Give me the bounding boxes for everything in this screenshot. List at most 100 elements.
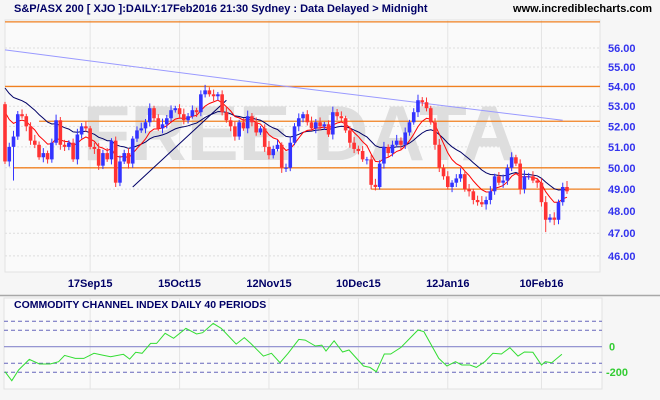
- candle-body: [382, 146, 386, 164]
- candle: [377, 160, 382, 190]
- candle: [292, 123, 297, 146]
- cci-title: COMMODITY CHANNEL INDEX DAILY 40 PERIODS: [14, 299, 266, 311]
- candle-body: [445, 176, 450, 187]
- candle-body: [458, 174, 463, 179]
- candle-body: [224, 112, 229, 121]
- candle-body: [548, 217, 552, 220]
- candle-body: [207, 90, 212, 95]
- price-tick-label: 56.00: [608, 43, 636, 55]
- candle-body: [24, 116, 29, 127]
- candle-body: [75, 134, 80, 160]
- candle-body: [535, 180, 539, 183]
- candle-body: [305, 114, 310, 123]
- candle-body: [122, 153, 127, 162]
- candle-body: [301, 114, 305, 119]
- candle-body: [411, 112, 416, 123]
- candle-body: [343, 118, 348, 131]
- candle-body: [160, 124, 165, 129]
- watermark: FREE DATA: [83, 89, 518, 177]
- date-tick-label: 15Oct15: [158, 278, 201, 290]
- candle-body: [20, 114, 24, 117]
- date-tick-label: 12Nov15: [246, 278, 291, 290]
- price-tick-label: 50.00: [608, 163, 636, 175]
- candle-body: [463, 174, 467, 190]
- candle-body: [33, 140, 37, 145]
- candle-body: [250, 116, 254, 123]
- candle-body: [147, 108, 152, 123]
- candle-body: [386, 146, 390, 154]
- candle-body: [50, 142, 54, 160]
- candle-body: [67, 142, 71, 147]
- candle-body: [390, 144, 395, 154]
- candle-body: [454, 178, 459, 183]
- candle-body: [109, 140, 114, 160]
- candle-body: [314, 122, 318, 129]
- date-tick-label: 17Sep15: [68, 278, 113, 290]
- candle-body: [275, 144, 280, 149]
- candle-body: [394, 140, 399, 145]
- candle-body: [437, 144, 442, 168]
- candle: [343, 115, 348, 133]
- price-tick-label: 46.00: [608, 251, 636, 263]
- candle-body: [152, 108, 156, 119]
- candle-body: [292, 126, 297, 143]
- candle-body: [539, 182, 544, 203]
- candle: [3, 101, 7, 164]
- candle-body: [505, 167, 510, 181]
- candle-body: [245, 116, 250, 129]
- price-tick-label: 51.00: [608, 142, 636, 154]
- candle-body: [377, 163, 382, 187]
- candle-body: [450, 182, 454, 187]
- candle-body: [433, 122, 437, 145]
- candle-body: [484, 199, 488, 205]
- candle-body: [84, 126, 88, 129]
- candle: [518, 159, 522, 195]
- price-tick-label: 54.00: [608, 81, 636, 93]
- candle: [369, 155, 373, 190]
- candle-body: [518, 163, 522, 190]
- candle-body: [15, 114, 20, 137]
- candle-body: [173, 108, 178, 111]
- candle-body: [228, 120, 233, 127]
- candle-body: [360, 151, 365, 160]
- candle-body: [365, 159, 369, 161]
- candle-body: [211, 94, 216, 97]
- candle-body: [258, 128, 263, 133]
- candle-body: [531, 176, 535, 181]
- candle-body: [41, 153, 46, 158]
- candle-body: [199, 94, 203, 113]
- candle-body: [216, 94, 220, 97]
- candle-body: [113, 140, 118, 183]
- candle-body: [284, 167, 288, 169]
- date-tick-label: 10Dec15: [336, 278, 381, 290]
- candle-body: [420, 100, 425, 103]
- cci-tick-label: 0: [609, 342, 615, 354]
- candle-body: [407, 122, 412, 133]
- candle-body: [369, 159, 373, 185]
- candle-body: [399, 140, 403, 145]
- candle-body: [182, 114, 186, 121]
- candle-body: [139, 128, 144, 131]
- candle: [113, 136, 118, 187]
- candle-body: [194, 110, 199, 113]
- candle-body: [488, 191, 493, 200]
- candle-body: [71, 142, 75, 160]
- candle-body: [403, 132, 408, 145]
- candle: [15, 110, 20, 140]
- candle-body: [509, 157, 514, 168]
- candle-body: [373, 184, 378, 187]
- candle-body: [441, 167, 446, 177]
- candle-body: [254, 122, 258, 133]
- candle-body: [126, 153, 131, 164]
- candle-body: [177, 108, 182, 115]
- site-link[interactable]: www.incrediblecharts.com: [512, 3, 652, 15]
- candle-body: [471, 191, 476, 200]
- candle-body: [271, 148, 276, 156]
- candle-body: [7, 146, 12, 162]
- candle-body: [326, 124, 331, 135]
- candle-body: [45, 153, 50, 160]
- price-tick-label: 53.00: [608, 101, 636, 113]
- candle-body: [279, 144, 284, 168]
- candle-body: [352, 142, 356, 149]
- candle-body: [92, 146, 97, 149]
